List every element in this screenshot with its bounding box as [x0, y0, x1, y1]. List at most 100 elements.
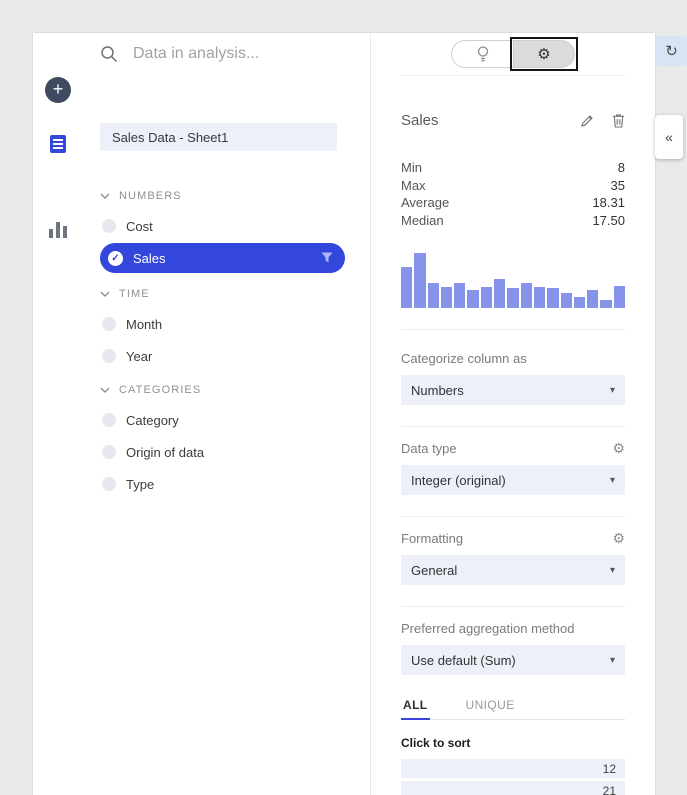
bar-chart-icon: [49, 222, 67, 238]
add-button[interactable]: +: [45, 77, 71, 103]
column-item-category[interactable]: Category: [100, 406, 345, 434]
aggregation-dropdown[interactable]: Use default (Sum) ▾: [401, 645, 625, 675]
left-toolbar: +: [33, 33, 83, 795]
gear-icon[interactable]: ⚙: [612, 440, 625, 457]
visualizations-button[interactable]: [49, 222, 67, 238]
column-label: Type: [126, 477, 154, 492]
column-bullet: [102, 413, 116, 427]
stat-label: Average: [401, 194, 449, 212]
data-panel-button[interactable]: [47, 133, 69, 158]
panel-mode-toggle: ⚙: [401, 33, 625, 76]
sort-hint[interactable]: Click to sort: [401, 736, 625, 750]
column-item-year[interactable]: Year: [100, 342, 345, 370]
column-details-pane: ⚙ Sales: [370, 33, 655, 795]
field-label-data-type: Data type ⚙: [401, 440, 625, 456]
stat-value: 18.31: [592, 194, 625, 212]
delete-button[interactable]: [612, 113, 625, 128]
column-bullet: [102, 219, 116, 233]
formatting-dropdown[interactable]: General ▾: [401, 555, 625, 585]
stat-label: Max: [401, 177, 426, 195]
gear-icon: ⚙: [537, 45, 550, 63]
tab-all[interactable]: ALL: [401, 691, 430, 719]
refresh-button[interactable]: ↻: [656, 36, 687, 66]
search-icon: [100, 45, 118, 63]
collapse-panel-button[interactable]: «: [655, 115, 683, 159]
section-header-numbers[interactable]: NUMBERS: [100, 188, 345, 204]
value-row[interactable]: 21: [401, 781, 625, 795]
data-source-item[interactable]: Sales Data - Sheet1: [100, 123, 337, 151]
data-in-analysis-pane: Sales Data - Sheet1 NUMBERS Cost ✓ Sales…: [83, 33, 370, 795]
stat-row-min: Min 8: [401, 159, 625, 177]
divider: [401, 606, 625, 607]
section-header-categories[interactable]: CATEGORIES: [100, 382, 345, 398]
caret-down-icon: ▾: [610, 565, 615, 576]
column-item-sales[interactable]: ✓ Sales: [100, 243, 345, 273]
stat-value: 35: [611, 177, 625, 195]
section-header-time[interactable]: TIME: [100, 286, 345, 302]
field-label: Categorize column as: [401, 351, 527, 366]
stat-value: 17.50: [592, 212, 625, 230]
column-item-type[interactable]: Type: [100, 470, 345, 498]
data-type-dropdown[interactable]: Integer (original) ▾: [401, 465, 625, 495]
search-row: [100, 33, 345, 75]
column-item-month[interactable]: Month: [100, 310, 345, 338]
column-label: Origin of data: [126, 445, 204, 460]
histogram-bar: [521, 283, 532, 308]
refresh-icon: ↻: [665, 42, 678, 60]
dropdown-value: Integer (original): [411, 473, 506, 488]
histogram-bar: [481, 287, 492, 308]
stat-row-median: Median 17.50: [401, 212, 625, 230]
value-cell: 12: [603, 762, 616, 776]
field-label: Data type: [401, 441, 457, 456]
field-label-aggregation: Preferred aggregation method: [401, 620, 625, 636]
histogram-bar: [441, 287, 452, 308]
histogram-bar: [454, 283, 465, 308]
column-bullet: [102, 477, 116, 491]
column-bullet: [102, 317, 116, 331]
histogram-bar: [561, 293, 572, 308]
dropdown-value: Numbers: [411, 383, 464, 398]
field-label-categorize: Categorize column as: [401, 350, 625, 366]
column-title-row: Sales: [401, 112, 625, 129]
column-item-cost[interactable]: Cost: [100, 212, 345, 240]
collapse-icon: «: [665, 129, 673, 145]
caret-down-icon: ▾: [610, 385, 615, 396]
histogram-bar: [614, 286, 625, 308]
stat-value: 8: [618, 159, 625, 177]
histogram-bar: [467, 290, 478, 308]
search-input[interactable]: [131, 44, 345, 64]
gear-icon[interactable]: ⚙: [612, 530, 625, 547]
column-label: Year: [126, 349, 152, 364]
column-stats: Min 8 Max 35 Average 18.31 Median 17.50: [401, 159, 625, 229]
chevron-down-icon: [100, 291, 110, 297]
categorize-dropdown[interactable]: Numbers ▾: [401, 375, 625, 405]
data-table-icon: [47, 133, 69, 155]
caret-down-icon: ▾: [610, 655, 615, 666]
column-item-origin-of-data[interactable]: Origin of data: [100, 438, 345, 466]
stat-row-average: Average 18.31: [401, 194, 625, 212]
section-label: NUMBERS: [119, 190, 182, 202]
lightbulb-icon: [476, 45, 490, 63]
column-bullet: [102, 349, 116, 363]
check-icon: ✓: [108, 251, 123, 266]
chevron-down-icon: [100, 387, 110, 393]
pencil-icon: [580, 113, 595, 128]
section-label: CATEGORIES: [119, 384, 201, 396]
recommendations-toggle-button[interactable]: [451, 40, 513, 68]
histogram-bar: [600, 300, 611, 308]
column-title: Sales: [401, 112, 439, 129]
value-cell: 21: [603, 784, 616, 795]
stat-label: Min: [401, 159, 422, 177]
field-label: Preferred aggregation method: [401, 621, 574, 636]
filter-icon[interactable]: [321, 252, 333, 264]
divider: [401, 426, 625, 427]
properties-toggle-button[interactable]: ⚙: [513, 40, 575, 68]
divider: [401, 329, 625, 330]
histogram-bar: [428, 283, 439, 308]
dropdown-value: General: [411, 563, 457, 578]
value-row[interactable]: 12: [401, 759, 625, 778]
tab-unique[interactable]: UNIQUE: [464, 691, 517, 719]
edit-button[interactable]: [580, 113, 595, 128]
stat-row-max: Max 35: [401, 177, 625, 195]
dropdown-value: Use default (Sum): [411, 653, 516, 668]
